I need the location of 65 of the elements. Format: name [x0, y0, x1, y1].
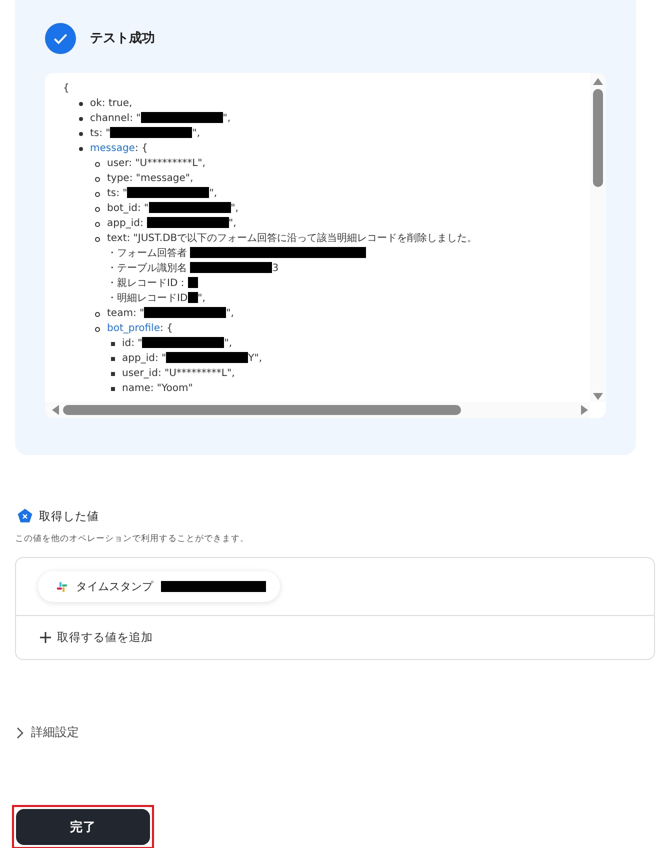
code-text: type: "message",	[107, 173, 194, 184]
bullet-icon	[95, 192, 100, 196]
redaction-bar	[188, 292, 198, 303]
code-text: 3	[272, 263, 279, 274]
code-text: ・親レコードID：	[107, 278, 188, 289]
code-text: app_id: "	[122, 353, 166, 364]
code-text: ts: "	[90, 128, 110, 139]
advanced-settings-toggle[interactable]: 詳細設定	[16, 724, 79, 741]
code-text: ・フォーム回答者	[107, 248, 188, 259]
done-button[interactable]: 完了	[16, 809, 150, 845]
hash-icon	[56, 580, 68, 592]
result-title: テスト成功	[90, 30, 155, 47]
code-text: ",	[226, 308, 234, 319]
value-chip[interactable]: タイムスタンプ	[38, 571, 280, 602]
bullet-icon	[95, 176, 100, 182]
code-text: text: "JUST.DBで以下のフォーム回答に沿って該当明細レコードを削除しました。	[107, 233, 478, 244]
bullet-icon	[79, 146, 83, 150]
bullet-icon	[95, 312, 100, 316]
code-text: ts: "	[107, 188, 128, 199]
pentagon-icon	[17, 508, 33, 524]
code-key: bot_profile	[107, 323, 160, 334]
bullet-icon	[95, 222, 100, 226]
add-value-button[interactable]: 取得する値を追加	[16, 616, 177, 659]
code-text: Y",	[248, 353, 262, 364]
code-text: name: "Yoom"	[122, 383, 193, 394]
code-text: : {	[134, 143, 148, 154]
bullet-icon	[111, 342, 115, 346]
check-icon	[45, 22, 76, 54]
horizontal-scrollbar[interactable]	[45, 402, 590, 418]
bullet-icon	[95, 236, 100, 242]
section-description: この値を他のオペレーションで利用することができます。	[15, 533, 250, 545]
redaction-bar	[188, 277, 198, 288]
bullet-icon	[95, 162, 100, 166]
code-text: ",	[192, 128, 200, 139]
code-text: user: "U*********L",	[107, 158, 206, 169]
chevron-icon	[16, 726, 24, 738]
section-title: 取得した値	[39, 508, 99, 524]
vertical-scrollbar[interactable]	[590, 73, 606, 402]
code-text: team: "	[107, 308, 144, 319]
bullet-icon	[79, 102, 83, 106]
code-text: bot_id: "	[107, 203, 149, 214]
code-text: user_id: "U*********L",	[122, 368, 235, 379]
bullet-icon	[79, 116, 83, 120]
code-text: : {	[160, 323, 173, 334]
code-text: channel: "	[90, 113, 141, 124]
code-text: {	[63, 83, 70, 94]
code-text: ",	[222, 113, 230, 124]
bullet-icon	[111, 356, 115, 360]
code-key: message	[90, 143, 135, 154]
code-text: ・テーブル識別名	[107, 263, 188, 274]
bullet-icon	[79, 132, 83, 136]
bullet-icon	[111, 386, 115, 390]
bullet-icon	[95, 206, 100, 212]
code-text: ok: true,	[90, 98, 132, 109]
code-text: app_id:	[107, 218, 144, 229]
code-text: ",	[230, 203, 238, 214]
bullet-icon	[111, 372, 115, 376]
code-text: ",	[198, 293, 206, 304]
bullet-icon	[95, 326, 100, 332]
code-text: ",	[228, 218, 236, 229]
plus-icon	[40, 632, 51, 643]
code-text: ",	[209, 188, 218, 199]
code-text: id: "	[122, 338, 142, 349]
code-text: ・明細レコードID	[107, 293, 188, 304]
code-text: ",	[224, 338, 232, 349]
